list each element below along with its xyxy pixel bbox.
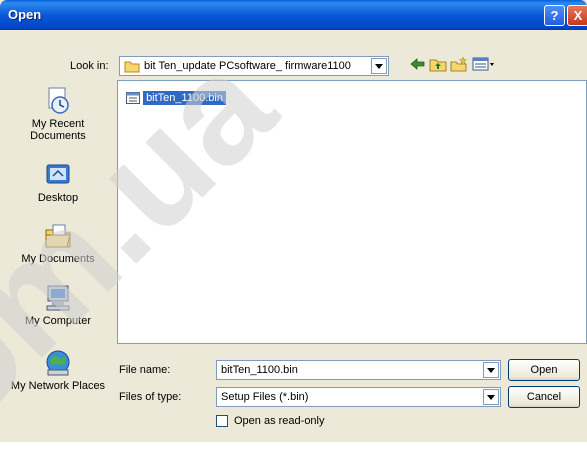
place-my-documents[interactable]: My Documents (6, 221, 110, 265)
file-type-dropdown-arrow[interactable] (483, 389, 499, 405)
views-menu-icon[interactable] (472, 56, 496, 72)
file-type-label: Files of type: (119, 391, 182, 403)
place-label: My Documents (21, 253, 95, 265)
look-in-label: Look in: (70, 60, 109, 72)
look-in-combo[interactable]: bit Ten_update PCsoftware_ firmware1100 (119, 56, 389, 76)
places-bar: My Recent Documents Desktop My Documents (6, 78, 110, 433)
folder-icon (124, 61, 140, 73)
open-button[interactable]: Open (508, 359, 580, 381)
file-type-value: Setup Files (*.bin) (221, 391, 309, 403)
desktop-icon (46, 164, 70, 184)
dialog-title: Open (8, 7, 42, 22)
file-list-view[interactable]: bitTen_1100.bin (117, 80, 587, 344)
up-folder-icon[interactable] (429, 56, 447, 72)
file-name-dropdown-arrow[interactable] (483, 362, 499, 378)
place-label: My Network Places (10, 380, 106, 392)
place-my-recent-documents[interactable]: My Recent Documents (6, 86, 110, 142)
file-name-combo[interactable]: bitTen_1100.bin (216, 360, 501, 380)
read-only-checkbox[interactable] (216, 415, 228, 427)
file-name-label: File name: (119, 364, 171, 376)
file-type-combo[interactable]: Setup Files (*.bin) (216, 387, 501, 407)
bin-file-icon (126, 92, 140, 104)
file-name-input[interactable]: bitTen_1100.bin (221, 364, 298, 376)
file-name: bitTen_1100.bin (143, 91, 226, 105)
place-label: Desktop (37, 192, 79, 204)
file-item[interactable]: bitTen_1100.bin (126, 91, 226, 105)
look-in-value: bit Ten_update PCsoftware_ firmware1100 (144, 60, 351, 72)
open-dialog: Open ? X Look in: bit Ten_update PCsoftw… (0, 0, 587, 450)
my-computer-icon (46, 285, 70, 311)
read-only-label: Open as read-only (234, 415, 325, 427)
look-in-dropdown-arrow[interactable] (371, 58, 387, 74)
help-button[interactable]: ? (544, 5, 565, 26)
place-my-network-places[interactable]: My Network Places (6, 348, 110, 392)
close-button[interactable]: X (567, 5, 587, 26)
new-folder-icon[interactable] (450, 56, 468, 72)
cancel-button[interactable]: Cancel (508, 386, 580, 408)
recent-documents-icon (48, 87, 69, 114)
place-label: My Computer (24, 315, 92, 327)
network-places-icon (46, 350, 70, 376)
place-my-computer[interactable]: My Computer (6, 283, 110, 327)
title-bar[interactable]: Open ? X (0, 0, 587, 30)
place-label: My Recent Documents (30, 118, 86, 142)
my-documents-icon (45, 224, 71, 248)
place-desktop[interactable]: Desktop (6, 160, 110, 204)
back-icon[interactable] (409, 56, 427, 72)
